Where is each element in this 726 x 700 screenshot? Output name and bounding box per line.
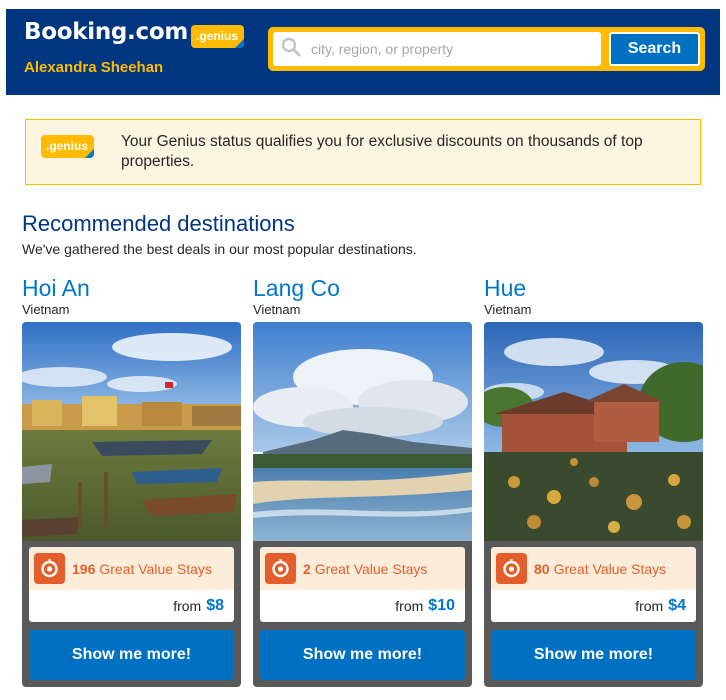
deal-panel: 80 Great Value Stays from $4 Show me mor… bbox=[484, 541, 703, 687]
price-value: $10 bbox=[428, 597, 455, 614]
price-prefix: from bbox=[635, 598, 664, 614]
destination-country: Vietnam bbox=[22, 302, 70, 317]
deal-panel: 2 Great Value Stays from $10 Show me mor… bbox=[253, 541, 472, 687]
destination-photo[interactable] bbox=[253, 322, 472, 541]
price-value: $4 bbox=[668, 597, 686, 614]
stays-label: Great Value Stays bbox=[99, 560, 212, 577]
destination-card: Lang Co Vietnam 2 Great Value Stays from… bbox=[253, 276, 472, 687]
destination-card: Hue Vietnam 80 Great Value Stays from $4… bbox=[484, 276, 703, 687]
search-bar: Search bbox=[268, 27, 705, 71]
stays-label: Great Value Stays bbox=[553, 560, 667, 577]
great-value-stays: 196 Great Value Stays bbox=[29, 547, 234, 590]
show-more-button[interactable]: Show me more! bbox=[29, 630, 234, 680]
price-row: from $10 bbox=[260, 590, 465, 622]
genius-banner: .genius Your Genius status qualifies you… bbox=[25, 119, 701, 185]
stays-count: 2 bbox=[303, 560, 311, 577]
great-value-stays: 2 Great Value Stays bbox=[260, 547, 465, 590]
search-input[interactable] bbox=[311, 41, 571, 57]
price-row: from $8 bbox=[29, 590, 234, 622]
deal-badge-icon bbox=[34, 553, 65, 584]
price-prefix: from bbox=[173, 598, 202, 614]
price-value: $8 bbox=[206, 597, 224, 614]
booking-logo[interactable]: Booking.com bbox=[24, 19, 188, 45]
destination-city[interactable]: Hoi An bbox=[22, 276, 241, 300]
destination-country: Vietnam bbox=[484, 302, 532, 317]
search-button[interactable]: Search bbox=[609, 32, 700, 66]
destination-card: Hoi An Vietnam 196 Great Value Stays fro… bbox=[22, 276, 241, 687]
deal-badge-icon bbox=[496, 553, 527, 584]
genius-badge: .genius bbox=[191, 25, 245, 48]
stays-count: 80 bbox=[534, 560, 550, 577]
show-more-button[interactable]: Show me more! bbox=[260, 630, 465, 680]
search-icon bbox=[281, 37, 301, 62]
section-subtitle: We've gathered the best deals in our mos… bbox=[22, 241, 417, 257]
deal-panel: 196 Great Value Stays from $8 Show me mo… bbox=[22, 541, 241, 687]
great-value-stays: 80 Great Value Stays bbox=[491, 547, 696, 590]
section-title: Recommended destinations bbox=[22, 211, 295, 236]
deal-badge-icon bbox=[265, 553, 296, 584]
genius-banner-text: Your Genius status qualifies you for exc… bbox=[121, 133, 643, 170]
destination-city[interactable]: Hue bbox=[484, 276, 703, 300]
stays-count: 196 bbox=[72, 560, 96, 577]
stays-label: Great Value Stays bbox=[314, 560, 428, 577]
price-row: from $4 bbox=[491, 590, 696, 622]
destination-country: Vietnam bbox=[253, 302, 301, 317]
user-name[interactable]: Alexandra Sheehan bbox=[24, 59, 163, 76]
search-field[interactable] bbox=[273, 32, 601, 66]
destination-photo[interactable] bbox=[22, 322, 241, 541]
destination-city[interactable]: Lang Co bbox=[253, 276, 472, 300]
show-more-button[interactable]: Show me more! bbox=[491, 630, 696, 680]
price-prefix: from bbox=[395, 598, 424, 614]
genius-badge: .genius bbox=[41, 135, 95, 158]
destination-photo[interactable] bbox=[484, 322, 703, 541]
site-header: Booking.com .genius Alexandra Sheehan Se… bbox=[6, 9, 720, 95]
